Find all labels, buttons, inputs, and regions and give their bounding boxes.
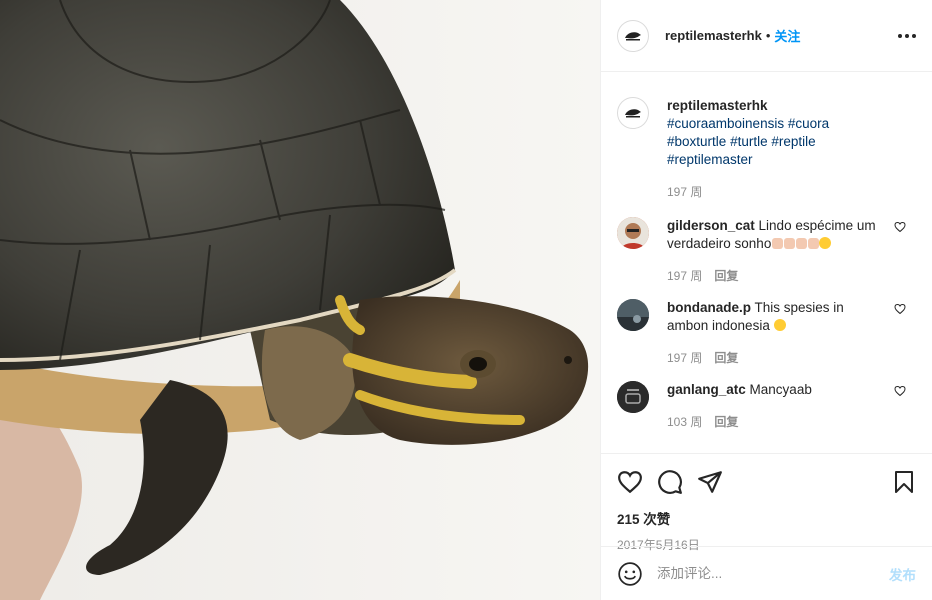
clap-emoji-icon (772, 238, 784, 249)
heart-eyes-emoji-icon (819, 237, 832, 249)
reply-button[interactable]: 回复 (714, 267, 738, 285)
bookmark-icon (895, 471, 913, 493)
more-options-icon[interactable] (898, 28, 916, 44)
heart-icon[interactable] (894, 303, 906, 315)
avatar[interactable] (617, 299, 649, 331)
save-button[interactable] (892, 462, 916, 502)
avatar-photo (617, 299, 649, 331)
logo-icon (625, 109, 641, 118)
avatar[interactable] (617, 97, 649, 129)
avatar[interactable] (617, 217, 649, 249)
avatar-photo (617, 217, 649, 249)
comment-time[interactable]: 103 周 (667, 413, 702, 431)
emoji-icon[interactable] (617, 561, 643, 587)
reply-button[interactable]: 回复 (714, 413, 738, 431)
comment-meta: 103 周 回复 (667, 413, 887, 431)
comment-item: bondanade.p This spesies in ambon indone… (617, 299, 916, 367)
post-header: reptilemasterhk • 关注 (601, 0, 932, 72)
clap-emoji-icon (784, 238, 796, 249)
share-icon (698, 471, 722, 493)
caption-username[interactable]: reptilemasterhk (667, 98, 768, 113)
post-username[interactable]: reptilemasterhk (665, 28, 762, 43)
add-comment-bar: 发布 (601, 546, 932, 600)
follow-button[interactable]: 关注 (774, 26, 800, 45)
post-modal: reptilemasterhk • 关注 reptilemasterhk #cu… (0, 0, 932, 600)
logo-icon (625, 31, 641, 40)
heart-icon[interactable] (894, 221, 906, 233)
caption-meta: 197 周 (667, 183, 887, 201)
separator-dot: • (765, 28, 771, 43)
hashtag[interactable]: #cuora (788, 116, 829, 131)
heart-icon (618, 471, 642, 494)
likes-count[interactable]: 215 次赞 (617, 508, 916, 528)
comment-meta: 197 周 回复 (667, 349, 887, 367)
comment-icon (658, 470, 682, 494)
hashtag[interactable]: #reptile (771, 134, 815, 149)
post-actions: 215 次赞 2017年5月16日 (601, 453, 932, 553)
reply-button[interactable]: 回复 (714, 349, 738, 367)
comment-body: ganlang_atc Mancyaab 103 周 回复 (667, 381, 887, 431)
comment-item: gilderson_cat Lindo espécime um verdadei… (617, 217, 916, 285)
avatar-photo (617, 381, 649, 413)
comment-username[interactable]: gilderson_cat (667, 218, 755, 233)
comment-body: gilderson_cat Lindo espécime um verdadei… (667, 217, 887, 285)
caption: reptilemasterhk #cuoraamboinensis #cuora… (617, 97, 916, 201)
comment-username[interactable]: ganlang_atc (667, 382, 746, 397)
hashtag[interactable]: #boxturtle (667, 134, 726, 149)
comment-time[interactable]: 197 周 (667, 267, 702, 285)
post-comment-button[interactable]: 发布 (889, 564, 916, 584)
hashtag[interactable]: #reptilemaster (667, 152, 753, 167)
like-button[interactable] (617, 462, 657, 502)
caption-time[interactable]: 197 周 (667, 183, 702, 201)
share-button[interactable] (697, 462, 737, 502)
clap-emoji-icon (796, 238, 808, 249)
clap-emoji-icon (808, 238, 820, 249)
heart-icon[interactable] (894, 385, 906, 397)
comment-item: ganlang_atc Mancyaab 103 周 回复 (617, 381, 916, 431)
hashtag[interactable]: #cuoraamboinensis (667, 116, 784, 131)
comment-time[interactable]: 197 周 (667, 349, 702, 367)
caption-body: reptilemasterhk #cuoraamboinensis #cuora… (667, 97, 887, 201)
turtle-photo (0, 0, 600, 600)
comment-text: Mancyaab (749, 382, 812, 397)
heart-eyes-emoji-icon (773, 319, 786, 331)
post-image[interactable] (0, 0, 600, 600)
comment-input[interactable] (657, 566, 889, 581)
avatar[interactable] (617, 381, 649, 413)
avatar[interactable] (617, 19, 649, 52)
action-icons (617, 462, 916, 502)
hashtag[interactable]: #turtle (730, 134, 768, 149)
comment-meta: 197 周 回复 (667, 267, 887, 285)
comment-username[interactable]: bondanade.p (667, 300, 751, 315)
comment-body: bondanade.p This spesies in ambon indone… (667, 299, 887, 367)
post-panel: reptilemasterhk • 关注 reptilemasterhk #cu… (600, 0, 932, 600)
comments-list[interactable]: reptilemasterhk #cuoraamboinensis #cuora… (601, 73, 932, 453)
comment-button[interactable] (657, 462, 697, 502)
